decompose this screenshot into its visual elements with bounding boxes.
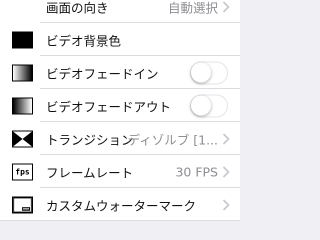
- settings-list: 画面の向き 自動選択 ビデオ背景色 ビデオフェードイン ビデオフェードアウト ト…: [0, 0, 240, 221]
- chevron-right-icon: [222, 198, 230, 211]
- chevron-right-icon: [222, 0, 230, 13]
- video-fade-in-label: ビデオフェードイン: [46, 66, 159, 81]
- toggle-knob: [191, 62, 211, 82]
- orientation-row[interactable]: 画面の向き 自動選択: [0, 0, 240, 23]
- video-background-color-row[interactable]: ビデオ背景色: [0, 23, 240, 56]
- gradient-fade-out-icon: [12, 97, 33, 114]
- toggle-knob: [191, 95, 211, 115]
- frame-rate-value: 30 FPS: [175, 164, 218, 179]
- video-fade-in-row: ビデオフェードイン: [0, 56, 240, 89]
- black-square-icon: [12, 31, 33, 48]
- video-fade-out-label: ビデオフェードアウト: [46, 99, 172, 114]
- transition-label: トランジション: [46, 132, 134, 147]
- chevron-right-icon: [222, 165, 230, 178]
- frame-rate-label: フレームレート: [46, 165, 134, 180]
- transition-row[interactable]: トランジション ディゾルブ [1...: [0, 122, 240, 155]
- transition-value: ディゾルブ [1...: [127, 132, 218, 147]
- video-fade-in-toggle[interactable]: [190, 61, 228, 84]
- video-background-color-label: ビデオ背景色: [46, 33, 122, 48]
- video-fade-out-toggle[interactable]: [190, 94, 228, 117]
- gradient-fade-in-icon: [12, 64, 33, 81]
- video-fade-out-row: ビデオフェードアウト: [0, 89, 240, 122]
- orientation-label: 画面の向き: [46, 0, 109, 15]
- fps-icon: fps: [12, 163, 33, 180]
- custom-watermark-label: カスタムウォーターマーク: [46, 198, 197, 213]
- bowtie-transition-icon: [12, 130, 33, 147]
- orientation-value: 自動選択: [167, 0, 218, 15]
- chevron-right-icon: [222, 132, 230, 145]
- frame-rate-row[interactable]: fps フレームレート 30 FPS: [0, 155, 240, 188]
- watermark-icon: [12, 196, 33, 213]
- custom-watermark-row[interactable]: カスタムウォーターマーク: [0, 188, 240, 221]
